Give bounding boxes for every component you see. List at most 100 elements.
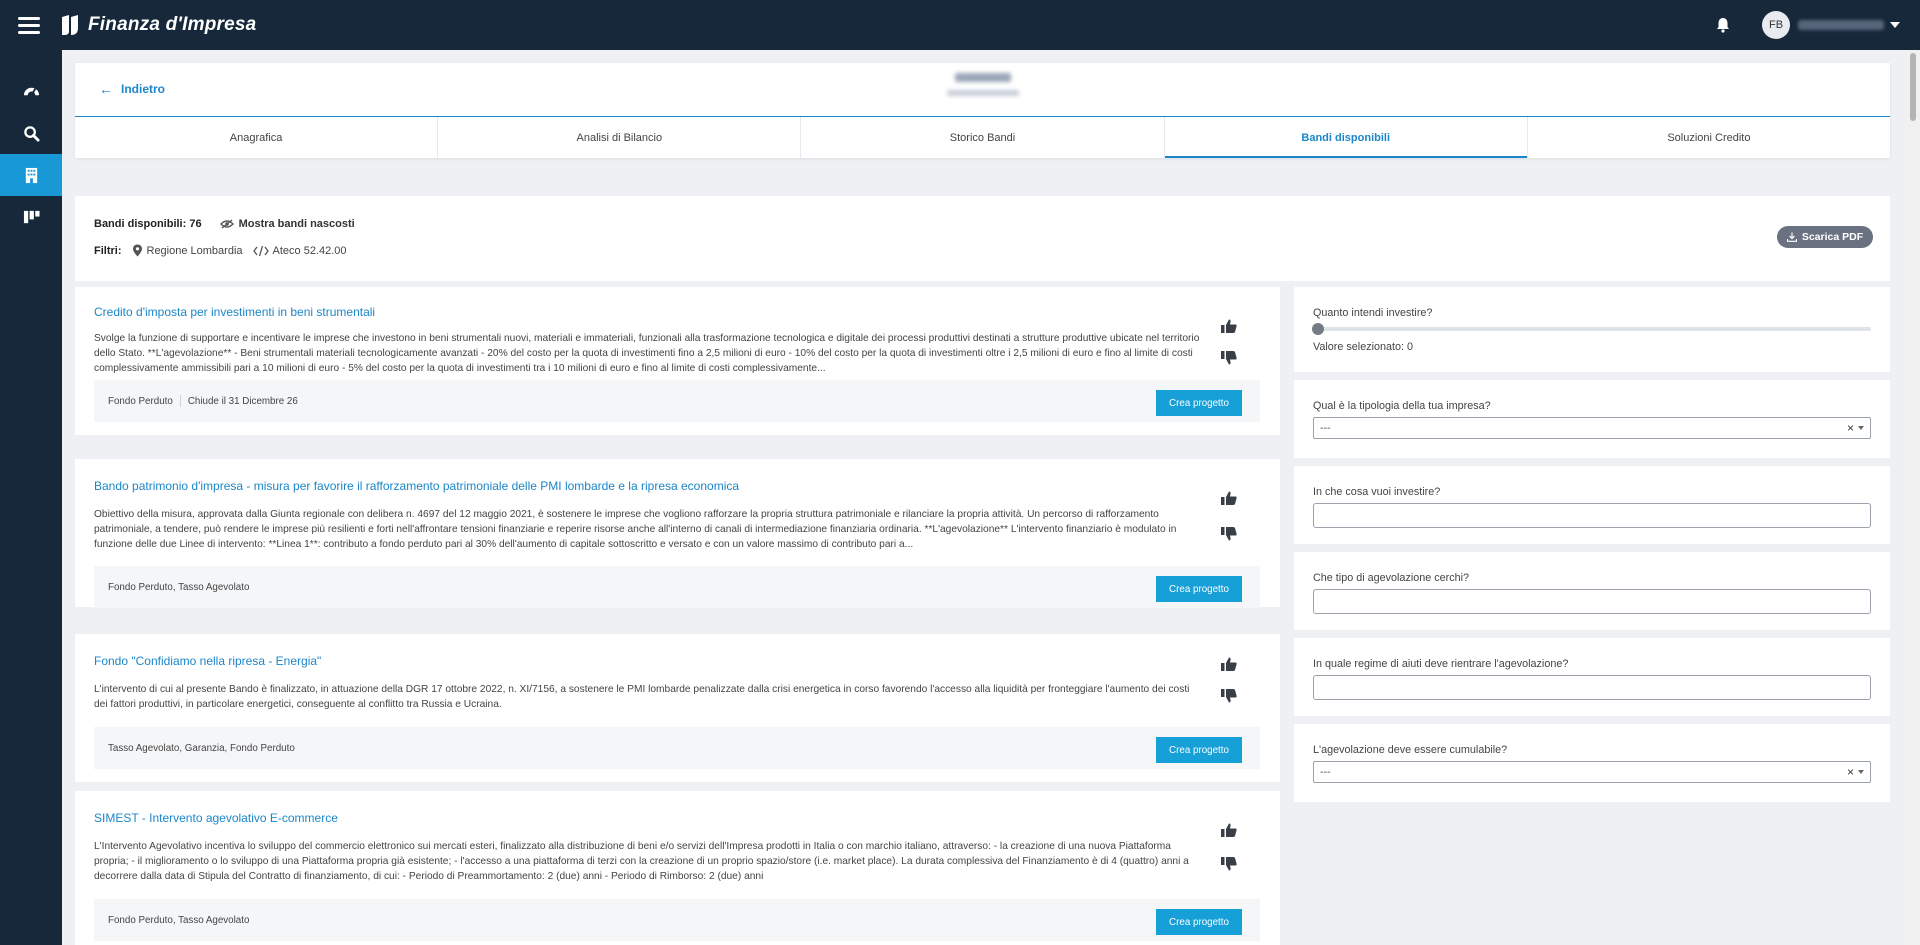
bando-footer: Fondo Perduto, Tasso Agevolato Crea prog… xyxy=(94,566,1260,608)
bando-card: Fondo "Confidiamo nella ripresa - Energi… xyxy=(75,634,1280,782)
bando-description: Obiettivo della misura, approvata dalla … xyxy=(94,509,1177,550)
download-icon xyxy=(1786,232,1797,242)
bando-tags: Tasso Agevolato, Garanzia, Fondo Perduto xyxy=(108,742,295,754)
thumbs-up-icon[interactable] xyxy=(1220,821,1240,839)
thumbs-down-icon[interactable] xyxy=(1220,349,1240,367)
show-hidden-toggle[interactable]: Mostra bandi nascosti xyxy=(239,218,355,230)
slider-handle[interactable] xyxy=(1312,323,1324,335)
filter-label: Quanto intendi investire? xyxy=(1313,307,1433,319)
company-info xyxy=(75,73,1890,96)
bando-card: Credito d'imposta per investimenti in be… xyxy=(75,287,1280,435)
crea-progetto-button[interactable]: Crea progetto xyxy=(1156,390,1242,416)
filters-label: Filtri: xyxy=(94,244,122,257)
bando-description: L'Intervento Agevolativo incentiva lo sv… xyxy=(94,841,1189,882)
chevron-down-icon[interactable] xyxy=(1858,770,1864,774)
aid-regime-input[interactable] xyxy=(1313,675,1871,700)
avatar[interactable]: FB xyxy=(1762,11,1790,39)
company-type-select[interactable]: --- × xyxy=(1313,417,1871,439)
dashboard-icon xyxy=(23,87,39,96)
thumbs-down-icon[interactable] xyxy=(1220,855,1240,873)
select-value: --- xyxy=(1320,422,1331,434)
company-subtitle xyxy=(946,90,1019,96)
thumbs-down-icon[interactable] xyxy=(1220,687,1240,705)
eye-slash-icon[interactable] xyxy=(219,219,234,229)
select-value: --- xyxy=(1320,766,1331,778)
menu-icon[interactable] xyxy=(18,17,40,34)
filter-company-type: Qual è la tipologia della tua impresa? -… xyxy=(1294,380,1890,458)
building-icon xyxy=(25,167,37,183)
clear-icon[interactable]: × xyxy=(1847,421,1854,435)
top-bar: Finanza d'Impresa FB xyxy=(0,0,1920,50)
filter-label: In quale regime di aiuti deve rientrare … xyxy=(1313,658,1569,670)
tab-storico-bandi[interactable]: Storico Bandi xyxy=(801,117,1165,158)
board-icon xyxy=(23,210,40,223)
crea-progetto-button[interactable]: Crea progetto xyxy=(1156,576,1242,602)
chevron-down-icon[interactable] xyxy=(1890,22,1900,28)
sidebar xyxy=(0,50,62,945)
location-pin-icon xyxy=(132,244,142,257)
tab-bandi-disponibili[interactable]: Bandi disponibili xyxy=(1164,117,1528,158)
tab-analisi-bilancio[interactable]: Analisi di Bilancio xyxy=(438,117,802,158)
bando-footer: Fondo Perduto, Tasso Agevolato Crea prog… xyxy=(94,899,1260,941)
sidebar-item-board[interactable] xyxy=(0,196,62,238)
thumbs-down-icon[interactable] xyxy=(1220,525,1240,543)
investment-target-input[interactable] xyxy=(1313,503,1871,528)
bando-deadline: Chiude il 31 Dicembre 26 xyxy=(187,395,298,407)
clear-icon[interactable]: × xyxy=(1847,765,1854,779)
bando-description: Svolge la funzione di supportare e incen… xyxy=(94,333,1200,374)
filter-label: L'agevolazione deve essere cumulabile? xyxy=(1313,744,1508,756)
filter-label: Qual è la tipologia della tua impresa? xyxy=(1313,400,1491,412)
tab-anagrafica[interactable]: Anagrafica xyxy=(75,117,439,158)
bando-footer: Fondo Perduto Chiude il 31 Dicembre 26 C… xyxy=(94,380,1260,422)
filter-investment-target: In che cosa vuoi investire? xyxy=(1294,466,1890,544)
chevron-down-icon[interactable] xyxy=(1858,426,1864,430)
bando-tags: Fondo Perduto xyxy=(108,395,173,407)
tab-soluzioni-credito[interactable]: Soluzioni Credito xyxy=(1528,117,1890,158)
bando-card: Bando patrimonio d'impresa - misura per … xyxy=(75,459,1280,608)
bando-footer: Tasso Agevolato, Garanzia, Fondo Perduto… xyxy=(94,727,1260,769)
code-icon xyxy=(252,245,269,256)
tab-bar: Anagrafica Analisi di Bilancio Storico B… xyxy=(75,116,1890,158)
filter-label: Che tipo di agevolazione cerchi? xyxy=(1313,572,1470,584)
cumulabile-select[interactable]: --- × xyxy=(1313,761,1871,783)
filter-label: In che cosa vuoi investire? xyxy=(1313,486,1441,498)
separator xyxy=(179,395,181,407)
thumbs-up-icon[interactable] xyxy=(1220,489,1240,507)
sidebar-item-companies[interactable] xyxy=(0,154,62,196)
search-icon xyxy=(23,125,40,142)
sidebar-item-dashboard[interactable] xyxy=(0,70,62,112)
bando-tags: Fondo Perduto, Tasso Agevolato xyxy=(108,581,250,593)
app-title: Finanza d'Impresa xyxy=(88,14,257,35)
bandi-summary: Bandi disponibili: 76 Mostra bandi nasco… xyxy=(75,196,1890,281)
selected-value: Valore selezionato: 0 xyxy=(1313,341,1414,353)
crea-progetto-button[interactable]: Crea progetto xyxy=(1156,737,1242,763)
filter-cumulabile: L'agevolazione deve essere cumulabile? -… xyxy=(1294,724,1890,802)
thumbs-up-icon[interactable] xyxy=(1220,317,1240,335)
company-header: ← Indietro Anagrafica Analisi di Bilanci… xyxy=(75,63,1890,158)
bando-description: L'intervento di cui al presente Bando è … xyxy=(94,684,1190,710)
agevolazione-type-input[interactable] xyxy=(1313,589,1871,614)
bando-tags: Fondo Perduto, Tasso Agevolato xyxy=(108,914,250,926)
filter-agevolazione-type: Che tipo di agevolazione cerchi? xyxy=(1294,552,1890,630)
company-name xyxy=(954,73,1011,82)
download-pdf-button[interactable]: Scarica PDF xyxy=(1777,226,1873,248)
user-name[interactable] xyxy=(1798,20,1884,30)
bell-icon[interactable] xyxy=(1714,16,1732,34)
bando-title[interactable]: Bando patrimonio d'impresa - misura per … xyxy=(94,479,739,493)
thumbs-up-icon[interactable] xyxy=(1220,655,1240,673)
investment-slider[interactable] xyxy=(1312,323,1871,335)
filter-ateco: Ateco 52.42.00 xyxy=(272,244,347,257)
bandi-count: Bandi disponibili: 76 xyxy=(94,218,202,230)
download-pdf-label: Scarica PDF xyxy=(1801,231,1864,243)
bando-title[interactable]: Credito d'imposta per investimenti in be… xyxy=(94,305,375,319)
bando-title[interactable]: SIMEST - Intervento agevolativo E-commer… xyxy=(94,811,338,825)
bando-title[interactable]: Fondo "Confidiamo nella ripresa - Energi… xyxy=(94,654,321,668)
sidebar-item-search[interactable] xyxy=(0,112,62,154)
brand-logo-icon xyxy=(62,15,78,35)
page-scrollbar[interactable] xyxy=(1906,50,1920,945)
crea-progetto-button[interactable]: Crea progetto xyxy=(1156,909,1242,935)
scrollbar-thumb[interactable] xyxy=(1910,53,1916,121)
brand[interactable]: Finanza d'Impresa xyxy=(60,14,256,36)
filter-investment-amount: Quanto intendi investire? Valore selezio… xyxy=(1294,287,1890,372)
filter-aid-regime: In quale regime di aiuti deve rientrare … xyxy=(1294,638,1890,716)
